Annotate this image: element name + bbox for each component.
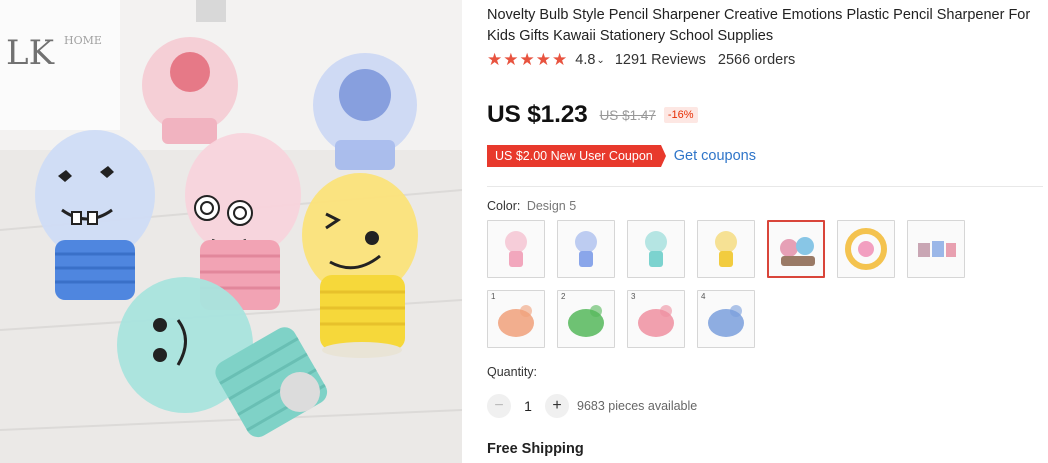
color-selector-label: Color: Design 5 [487,199,576,213]
swatch-number: 4 [701,292,706,301]
price-row: US $1.23 US $1.47 -16% [487,101,698,129]
decrease-quantity-button[interactable]: − [487,394,511,418]
color-swatch[interactable] [697,220,755,278]
color-swatch[interactable] [837,220,895,278]
color-swatch[interactable]: 2 [557,290,615,348]
quantity-stepper: − + 9683 pieces available [487,394,697,418]
increase-quantity-button[interactable]: + [545,394,569,418]
product-main-image[interactable]: LK HOME [0,0,462,463]
color-swatch[interactable] [767,220,825,278]
color-swatch[interactable]: 4 [697,290,755,348]
selected-color-value: Design 5 [526,199,577,213]
coupon-row: US $2.00 New User Coupon Get coupons [487,145,756,167]
discount-badge: -16% [663,107,698,123]
rating-value[interactable]: 4.8 [575,52,595,68]
pieces-available: 9683 pieces available [577,399,698,413]
quantity-label: Quantity: [487,365,538,379]
star-rating[interactable]: ★ ★ ★ ★ ★ [487,51,567,69]
star-icon: ★ [552,50,568,69]
color-swatch[interactable] [907,220,965,278]
new-user-coupon-tag: US $2.00 New User Coupon [487,145,666,167]
color-swatch[interactable] [627,220,685,278]
chevron-down-icon[interactable]: ⌄ [596,55,604,66]
swatch-number: 2 [561,292,566,301]
product-title: Novelty Bulb Style Pencil Sharpener Crea… [487,7,1031,44]
star-icon: ★ [487,50,503,69]
svg-text:HOME: HOME [64,34,102,47]
rating-row: ★ ★ ★ ★ ★ 4.8 ⌄ 1291 Reviews 2566 orders [487,50,795,70]
original-price: US $1.47 [599,107,656,123]
divider [487,186,1043,187]
swatch-number: 3 [631,292,636,301]
product-info: Novelty Bulb Style Pencil Sharpener Crea… [487,0,1043,463]
get-coupons-link[interactable]: Get coupons [674,148,756,164]
star-icon: ★ [503,50,519,69]
star-icon: ★ [519,50,535,69]
color-swatch[interactable] [487,220,545,278]
svg-text:LK: LK [6,33,55,73]
color-label: Color: [487,199,521,213]
reviews-count[interactable]: 1291 Reviews [615,52,706,68]
orders-count: 2566 orders [717,52,796,68]
free-shipping-label: Free Shipping [487,441,584,457]
swatch-number: 1 [491,292,496,301]
star-icon: ★ [535,50,551,69]
color-swatch[interactable]: 1 [487,290,545,348]
color-swatch[interactable]: 3 [627,290,685,348]
quantity-input[interactable] [511,398,545,414]
current-price: US $1.23 [487,101,588,128]
color-swatch[interactable] [557,220,615,278]
